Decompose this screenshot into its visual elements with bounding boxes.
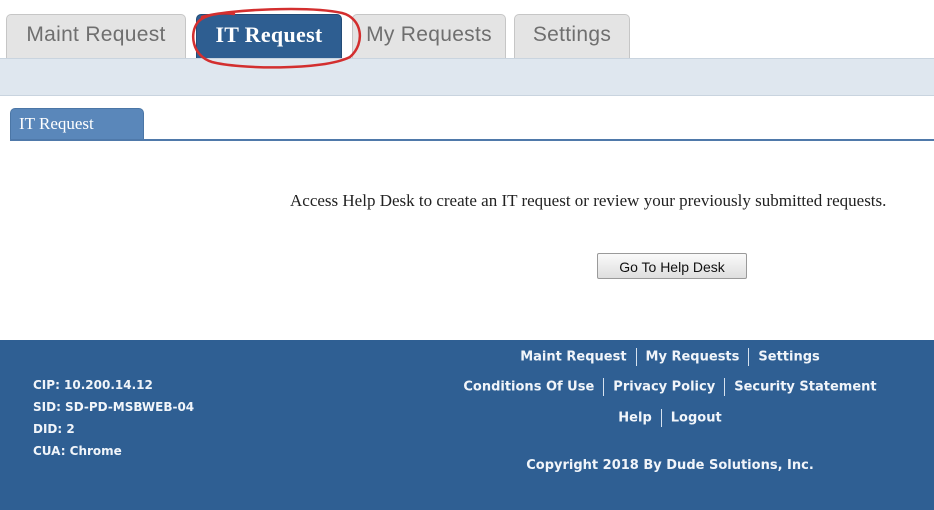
footer-link-conditions-of-use[interactable]: Conditions Of Use (463, 380, 594, 395)
tab-settings[interactable]: Settings (514, 14, 630, 58)
copyright-text: Copyright 2018 By Dude Solutions, Inc. (526, 458, 814, 473)
did-info: DID: 2 (33, 422, 75, 436)
help-desk-message: Access Help Desk to create an IT request… (290, 191, 887, 210)
footer-links-row-2: Conditions Of Use Privacy Policy Security … (380, 378, 934, 396)
panel-divider (10, 139, 934, 141)
footer-link-maint-request[interactable]: Maint Request (520, 350, 626, 365)
footer-link-privacy-policy[interactable]: Privacy Policy (613, 380, 715, 395)
link-separator (748, 348, 750, 366)
sub-navigation-bar (0, 58, 934, 96)
footer-links-row-1: Maint Request My Requests Settings (380, 348, 934, 366)
cip-info: CIP: 10.200.14.12 (33, 378, 153, 392)
tab-it-request[interactable]: IT Request (196, 14, 342, 58)
footer-links-row-3: Help Logout (380, 409, 934, 427)
system-info: CIP: 10.200.14.12 SID: SD-PD-MSBWEB-04 D… (33, 374, 194, 462)
top-tab-bar: Maint Request IT Request My Requests Set… (0, 0, 934, 58)
footer: CIP: 10.200.14.12 SID: SD-PD-MSBWEB-04 D… (0, 340, 934, 510)
go-to-help-desk-button[interactable]: Go To Help Desk (597, 253, 747, 279)
link-separator (724, 378, 726, 396)
footer-link-logout[interactable]: Logout (671, 411, 722, 426)
panel-tab-it-request[interactable]: IT Request (10, 108, 144, 140)
cua-info: CUA: Chrome (33, 444, 122, 458)
link-separator (603, 378, 605, 396)
link-separator (635, 348, 637, 366)
footer-link-settings[interactable]: Settings (758, 350, 819, 365)
tab-my-requests[interactable]: My Requests (352, 14, 506, 58)
footer-link-security-statement[interactable]: Security Statement (734, 380, 876, 395)
footer-link-help[interactable]: Help (618, 411, 651, 426)
sid-info: SID: SD-PD-MSBWEB-04 (33, 400, 195, 414)
footer-link-my-requests[interactable]: My Requests (646, 350, 740, 365)
tab-maint-request[interactable]: Maint Request (6, 14, 186, 58)
link-separator (660, 409, 662, 427)
